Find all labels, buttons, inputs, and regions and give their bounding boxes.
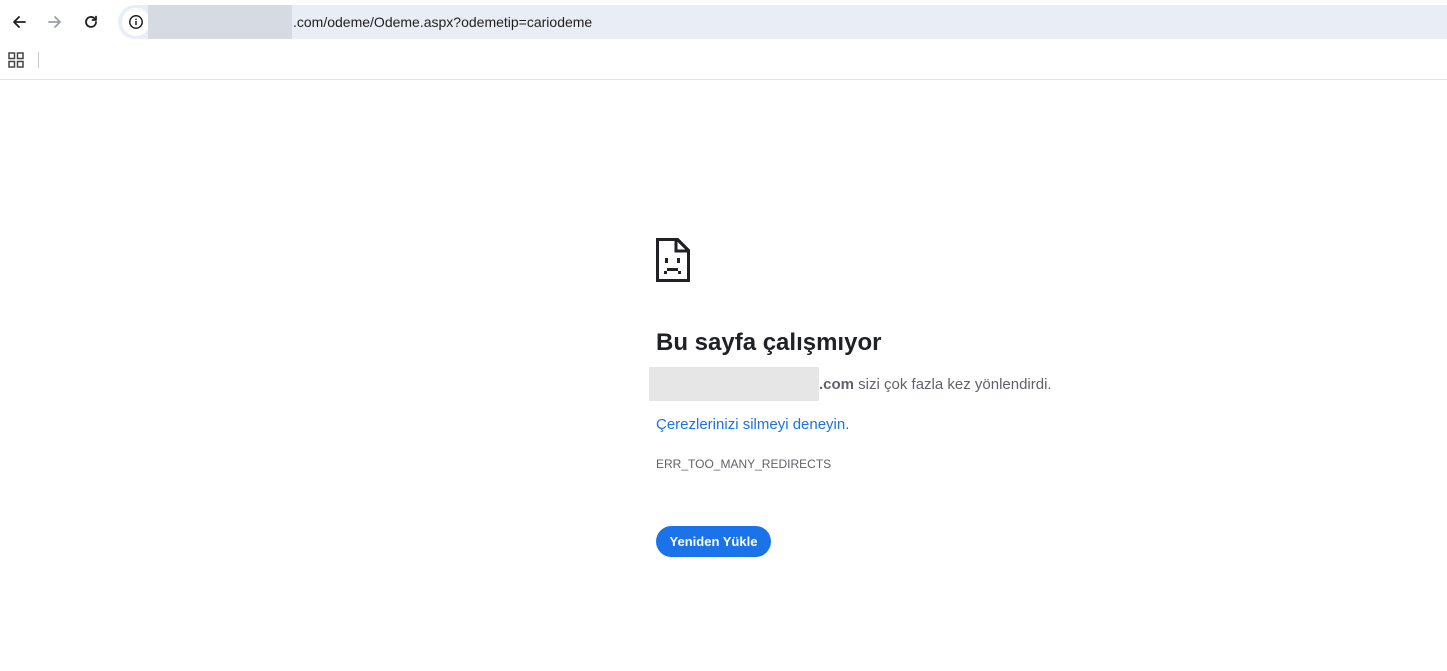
- reload-page-button[interactable]: Yeniden Yükle: [656, 526, 771, 557]
- browser-toolbar: .com/odeme/Odeme.aspx?odemetip=cariodeme: [0, 0, 1447, 44]
- forward-button[interactable]: [40, 7, 70, 37]
- suggestion-period: .: [845, 416, 850, 433]
- info-icon: [129, 15, 143, 29]
- arrow-right-icon: [48, 16, 61, 28]
- error-description: .com sizi çok fazla kez yönlendirdi.: [649, 367, 1052, 401]
- reload-icon: [85, 15, 97, 28]
- address-bar[interactable]: .com/odeme/Odeme.aspx?odemetip=cariodeme: [118, 5, 1447, 39]
- bookmarks-bar: [0, 44, 1447, 80]
- url-text[interactable]: .com/odeme/Odeme.aspx?odemetip=cariodeme: [293, 13, 592, 31]
- suggestion: Çerezlerinizi silmeyi deneyin.: [656, 415, 849, 435]
- host-redacted: [649, 367, 819, 401]
- host-suffix: .com: [819, 375, 855, 393]
- back-button[interactable]: [4, 7, 34, 37]
- apps-grid-icon[interactable]: [8, 52, 24, 68]
- url-redacted-domain: [148, 5, 292, 39]
- error-message-text: sizi çok fazla kez yönlendirdi.: [854, 375, 1052, 393]
- error-code: ERR_TOO_MANY_REDIRECTS: [656, 457, 832, 471]
- clear-cookies-link[interactable]: Çerezlerinizi silmeyi deneyin: [656, 416, 845, 433]
- sad-page-icon: [656, 238, 690, 282]
- reload-button[interactable]: [76, 7, 106, 37]
- bookmarks-divider: [38, 52, 39, 68]
- error-title: Bu sayfa çalışmıyor: [656, 329, 882, 356]
- arrow-left-icon: [13, 16, 26, 28]
- site-info-button[interactable]: [122, 8, 150, 36]
